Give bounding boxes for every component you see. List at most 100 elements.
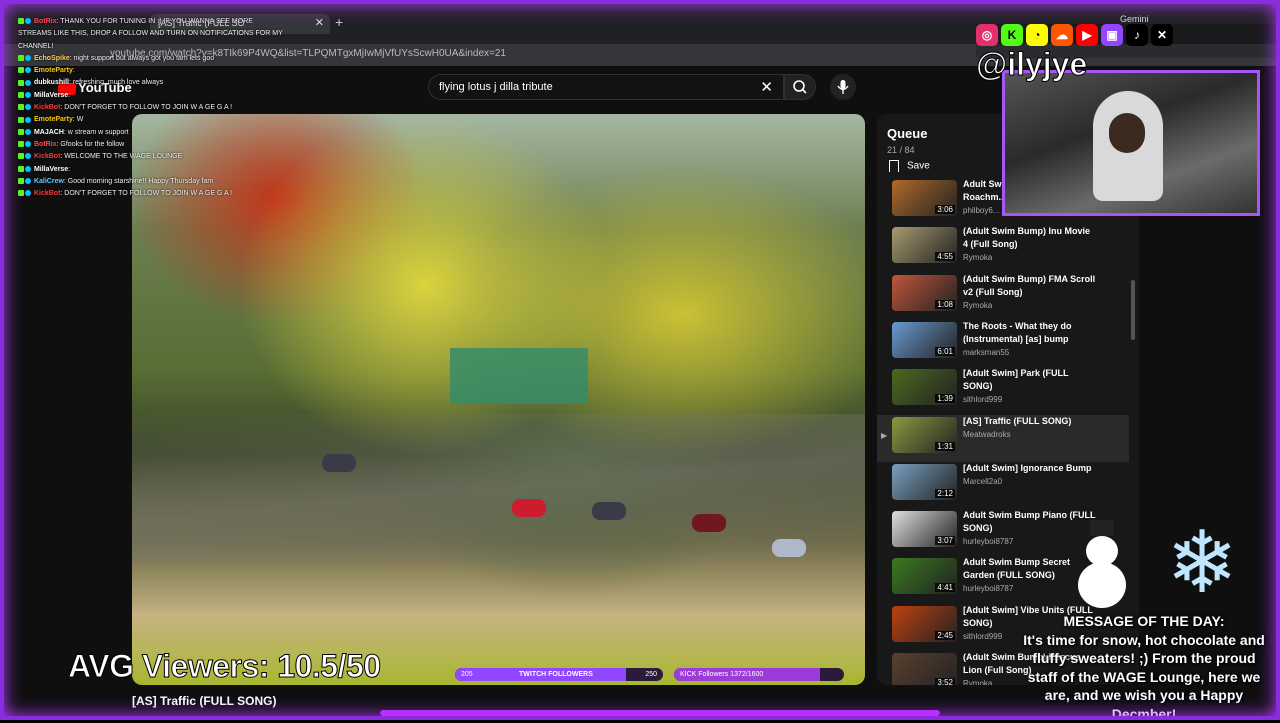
queue-duration: 2:45 (935, 630, 955, 640)
chat-text: : w stream w support (63, 128, 129, 136)
video-title: [AS] Traffic (FULL SONG) (132, 694, 277, 708)
queue-channel[interactable]: Rymoka (963, 253, 992, 262)
queue-item-title[interactable]: [Adult Swim] Ignorance Bump (963, 462, 1103, 475)
chat-username[interactable]: dubkushill (34, 79, 69, 86)
queue-title-line: [AS] Traffic (FULL SONG) (963, 415, 1072, 426)
queue-item[interactable]: 1:08 (Adult Swim Bump) FMA Scroll v2 (Full… (877, 273, 1129, 320)
kick-icon: K (1001, 24, 1023, 46)
kick-badge-icon (18, 190, 24, 197)
video-frame-road (132, 414, 865, 564)
queue-thumbnail[interactable]: 3:52 (892, 653, 957, 685)
queue-title-line: [Adult Swim] Ignorance Bump (963, 462, 1092, 473)
youtube-icon: ▶ (1076, 24, 1098, 46)
queue-thumbnail[interactable]: 3:07 (892, 511, 957, 548)
streamer-face (1109, 113, 1145, 153)
chat-message: BotRix: THANK YOU FOR TUNING IN :) IF YO… (18, 16, 288, 53)
chat-text: : DON'T FORGET TO FOLLOW TO JOIN W A GE … (60, 104, 233, 112)
twitch-goal: 250 (645, 671, 657, 678)
search-input[interactable]: flying lotus j dilla tribute ✕ (428, 74, 784, 100)
queue-item-title[interactable]: [Adult Swim] Park (FULL SONG) (963, 367, 1103, 393)
queue-item[interactable]: 1:39 [Adult Swim] Park (FULL SONG) sithlord… (877, 367, 1129, 414)
queue-thumbnail[interactable]: 1:39 (892, 369, 957, 406)
chat-username[interactable]: KickBot (34, 104, 60, 111)
queue-channel[interactable]: Meatwadroks (963, 430, 1011, 439)
queue-thumbnail[interactable]: 1:31 (892, 416, 957, 453)
chat-text: : (68, 91, 71, 99)
queue-channel[interactable]: Rymoka (963, 679, 992, 685)
queue-scrollbar[interactable] (1131, 280, 1135, 340)
queue-duration: 4:55 (935, 252, 955, 262)
queue-item-title[interactable]: [AS] Traffic (FULL SONG) (963, 415, 1103, 428)
queue-thumbnail[interactable]: 3:06 (892, 180, 957, 216)
queue-item[interactable]: ▶ 1:31 [AS] Traffic (FULL SONG) Meatwadroks (877, 414, 1129, 462)
chat-username[interactable]: KickBot (34, 153, 60, 160)
chat-username[interactable]: MillaVerse (34, 92, 68, 99)
kick-badge-icon (18, 104, 24, 111)
queue-thumbnail[interactable]: 2:45 (892, 605, 957, 642)
chat-message: KickBot: WELCOME TO THE WAGE LOUNGE (18, 151, 288, 163)
chat-username[interactable]: BotRix (34, 18, 57, 25)
queue-title-line: (Adult Swim Bump) FMA Scroll (963, 273, 1096, 284)
close-tab-icon[interactable]: ✕ (315, 16, 324, 29)
now-playing-icon: ▶ (881, 430, 888, 440)
chat-username[interactable]: BotRix (34, 141, 57, 148)
queue-thumbnail[interactable]: 4:55 (892, 227, 957, 264)
chat-text: : night support but always got you fam l… (69, 54, 215, 62)
queue-channel[interactable]: hurleyboi8787 (963, 584, 1013, 593)
kick-badge-icon (18, 91, 24, 98)
chat-username[interactable]: MAJACH (34, 129, 64, 136)
clear-search-icon[interactable]: ✕ (760, 78, 773, 96)
chat-username[interactable]: EchoSpike (34, 55, 70, 62)
save-label: Save (907, 160, 930, 172)
queue-channel[interactable]: sithlord999 (963, 395, 1002, 404)
kick-badge-icon (18, 55, 24, 62)
twitch-icon: ▣ (1101, 24, 1123, 46)
snowman-body (1078, 562, 1126, 608)
new-tab-button[interactable]: + (335, 14, 343, 30)
queue-item[interactable]: 2:12 [Adult Swim] Ignorance Bump Marcell2a… (877, 462, 1129, 509)
save-button[interactable]: Save (889, 160, 930, 172)
queue-item[interactable]: 6:01 The Roots - What they do (Instrumenta… (877, 320, 1129, 367)
video-frame-highway-sign (450, 348, 588, 404)
queue-channel[interactable]: philboy6... (963, 206, 999, 215)
voice-search-button[interactable] (830, 74, 856, 100)
chat-message: MillaVerse: (18, 164, 288, 176)
queue-item[interactable]: 4:55 (Adult Swim Bump) Inu Movie 4 (Full S… (877, 225, 1129, 272)
chat-username[interactable]: MillaVerse (34, 166, 68, 173)
queue-title: Queue (887, 126, 928, 141)
chat-username[interactable]: EmoteParty (34, 67, 73, 74)
queue-channel[interactable]: sithlord999 (963, 632, 1002, 641)
queue-thumbnail[interactable]: 1:08 (892, 274, 957, 311)
verified-badge-icon (25, 153, 31, 160)
queue-channel[interactable]: marksman55 (963, 348, 1009, 357)
twitch-label: TWITCH FOLLOWERS (519, 671, 593, 678)
gemini-button[interactable]: Gemini (1120, 14, 1149, 24)
queue-thumbnail[interactable]: 6:01 (892, 321, 957, 358)
search-button[interactable] (784, 74, 816, 100)
chat-username[interactable]: EmoteParty (34, 116, 73, 123)
search-icon (793, 80, 807, 94)
queue-title-line: (Instrumental) [as] bump (963, 333, 1069, 344)
chat-message: dubkushill: refreshing, much love always (18, 77, 288, 89)
queue-position: 21 / 84 (887, 145, 915, 155)
queue-duration: 3:52 (935, 678, 955, 685)
chat-username[interactable]: KickBot (34, 190, 60, 197)
instagram-icon: ◎ (976, 24, 998, 46)
queue-channel[interactable]: Marcell2a0 (963, 477, 1002, 486)
queue-channel[interactable]: Rymoka (963, 301, 992, 310)
tiktok-icon: ♪ (1126, 24, 1148, 46)
verified-badge-icon (25, 178, 31, 185)
queue-item-title[interactable]: (Adult Swim Bump) Inu Movie 4 (Full Song) (963, 225, 1103, 251)
kick-badge-icon (18, 178, 24, 185)
chat-text: : THANK YOU FOR TUNING IN :) IF YOU WANN… (18, 18, 283, 50)
chat-username[interactable]: KaliCrew (34, 178, 64, 185)
snowflake-icon: ❄ (1166, 515, 1239, 611)
queue-item-title[interactable]: The Roots - What they do (Instrumental) [… (963, 320, 1103, 346)
queue-item-title[interactable]: (Adult Swim Bump) FMA Scroll v2 (Full Son… (963, 273, 1103, 299)
queue-thumbnail[interactable]: 2:12 (892, 463, 957, 500)
verified-badge-icon (25, 79, 31, 86)
queue-channel[interactable]: hurleyboi8787 (963, 537, 1013, 546)
queue-thumbnail[interactable]: 4:41 (892, 558, 957, 595)
queue-title-line: 4 (Full Song) (963, 239, 1018, 250)
twitch-followers-bar: 205 TWITCH FOLLOWERS 250 (455, 668, 663, 681)
